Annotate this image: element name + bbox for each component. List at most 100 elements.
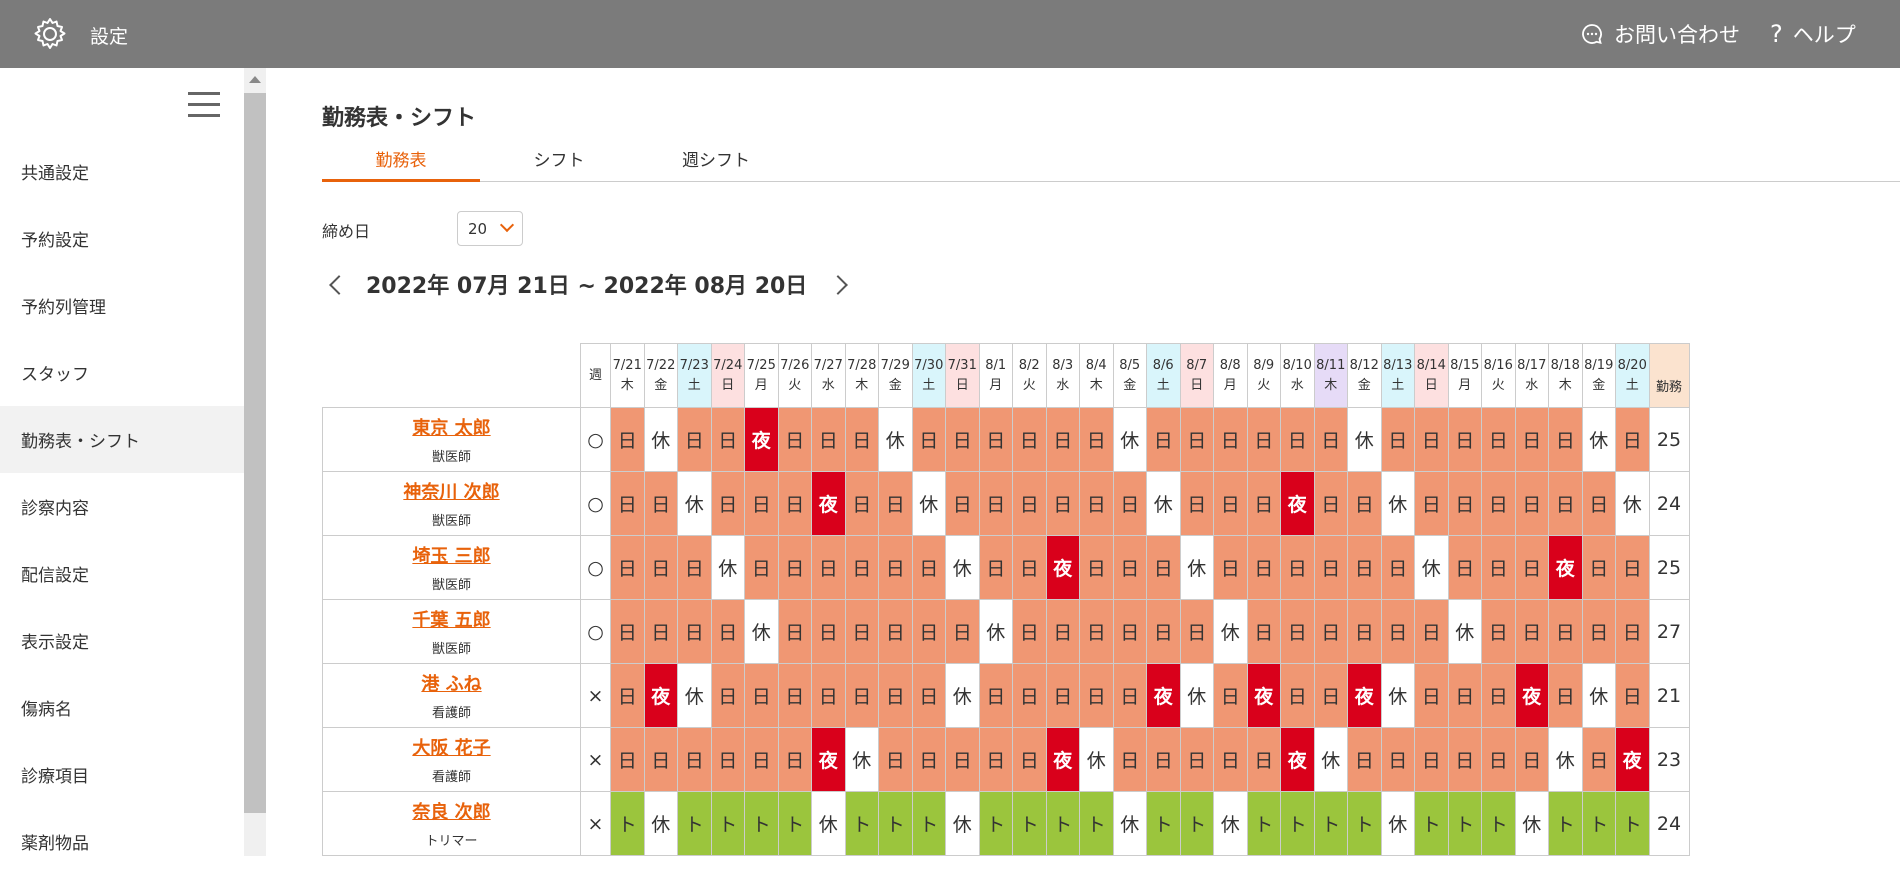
shift-cell[interactable]: 夜 xyxy=(1514,663,1549,728)
shift-cell[interactable]: ト xyxy=(1079,791,1114,856)
shift-cell[interactable]: 日 xyxy=(1347,599,1382,664)
shift-cell[interactable]: 日 xyxy=(677,535,712,600)
shift-cell[interactable]: 日 xyxy=(978,663,1013,728)
staff-name-link[interactable]: 港 ふね xyxy=(323,670,580,696)
shift-cell[interactable]: 休 xyxy=(878,407,913,472)
shift-cell[interactable]: 夜 xyxy=(1045,727,1080,792)
shift-cell[interactable]: 日 xyxy=(1414,599,1449,664)
staff-name-link[interactable]: 神奈川 次郎 xyxy=(323,478,580,504)
shift-cell[interactable]: 日 xyxy=(911,599,946,664)
shift-cell[interactable]: 日 xyxy=(945,471,980,536)
shift-cell[interactable]: ト xyxy=(878,791,913,856)
shift-cell[interactable]: 日 xyxy=(1213,407,1248,472)
shift-cell[interactable]: 日 xyxy=(1012,599,1047,664)
shift-cell[interactable]: 日 xyxy=(1581,727,1616,792)
shift-cell[interactable]: 日 xyxy=(1380,407,1415,472)
shift-cell[interactable]: ト xyxy=(1246,791,1281,856)
shift-cell[interactable]: 夜 xyxy=(1146,663,1181,728)
shift-cell[interactable]: ト xyxy=(1146,791,1181,856)
shift-cell[interactable]: 休 xyxy=(1179,663,1214,728)
shift-cell[interactable]: 日 xyxy=(1313,663,1348,728)
shift-cell[interactable]: 日 xyxy=(1414,407,1449,472)
shift-cell[interactable]: 日 xyxy=(911,535,946,600)
shift-cell[interactable]: 日 xyxy=(1179,599,1214,664)
shift-cell[interactable]: 日 xyxy=(945,599,980,664)
shift-cell[interactable]: 日 xyxy=(1179,471,1214,536)
shift-cell[interactable]: 夜 xyxy=(1548,535,1583,600)
sidebar-item[interactable]: 予約列管理 xyxy=(0,272,244,339)
shift-cell[interactable]: 夜 xyxy=(811,727,846,792)
shift-cell[interactable]: ト xyxy=(710,791,745,856)
shift-cell[interactable]: 日 xyxy=(1213,471,1248,536)
shift-cell[interactable]: 日 xyxy=(1615,535,1650,600)
shift-cell[interactable]: 日 xyxy=(643,727,678,792)
shift-cell[interactable]: 日 xyxy=(1012,471,1047,536)
shift-cell[interactable]: 日 xyxy=(1045,407,1080,472)
shift-cell[interactable]: 休 xyxy=(1380,471,1415,536)
shift-cell[interactable]: 日 xyxy=(1112,535,1147,600)
shift-cell[interactable]: 日 xyxy=(1481,471,1516,536)
shift-cell[interactable]: 日 xyxy=(1045,599,1080,664)
shift-cell[interactable]: 日 xyxy=(677,599,712,664)
shift-cell[interactable]: 日 xyxy=(1347,471,1382,536)
shift-cell[interactable]: 日 xyxy=(1079,535,1114,600)
shift-cell[interactable]: ト xyxy=(1280,791,1315,856)
sidebar-item[interactable]: 傷病名 xyxy=(0,674,244,741)
shift-cell[interactable]: 日 xyxy=(1280,663,1315,728)
shift-cell[interactable]: 夜 xyxy=(744,407,779,472)
staff-name-link[interactable]: 東京 太郎 xyxy=(323,414,580,440)
tab-shift[interactable]: シフト xyxy=(480,148,638,182)
shift-cell[interactable]: 休 xyxy=(744,599,779,664)
shift-cell[interactable]: 日 xyxy=(1581,599,1616,664)
shift-cell[interactable]: 日 xyxy=(1447,663,1482,728)
contact-link[interactable]: お問い合わせ xyxy=(1580,19,1740,49)
shift-cell[interactable]: 休 xyxy=(1581,663,1616,728)
shift-cell[interactable]: 日 xyxy=(1514,535,1549,600)
shift-cell[interactable]: 日 xyxy=(1481,663,1516,728)
shift-cell[interactable]: ト xyxy=(1615,791,1650,856)
shift-cell[interactable]: 夜 xyxy=(643,663,678,728)
shift-cell[interactable]: 日 xyxy=(1112,599,1147,664)
shift-cell[interactable]: 日 xyxy=(777,471,812,536)
shift-cell[interactable]: 日 xyxy=(1414,471,1449,536)
shift-cell[interactable]: 日 xyxy=(1179,727,1214,792)
shift-cell[interactable]: 日 xyxy=(1347,535,1382,600)
shift-cell[interactable]: 休 xyxy=(945,663,980,728)
shift-cell[interactable]: 休 xyxy=(677,663,712,728)
shift-cell[interactable]: 日 xyxy=(844,599,879,664)
shift-cell[interactable]: 休 xyxy=(1548,727,1583,792)
scrollbar-thumb[interactable] xyxy=(244,93,266,813)
shift-cell[interactable]: 夜 xyxy=(1615,727,1650,792)
shift-cell[interactable]: 日 xyxy=(1380,599,1415,664)
shift-cell[interactable]: 日 xyxy=(777,599,812,664)
shift-cell[interactable]: 日 xyxy=(677,407,712,472)
sidebar-item[interactable]: 診察内容 xyxy=(0,473,244,540)
shift-cell[interactable]: 日 xyxy=(610,599,645,664)
shift-cell[interactable]: 夜 xyxy=(1280,727,1315,792)
shift-cell[interactable]: 日 xyxy=(1146,599,1181,664)
shift-cell[interactable]: 日 xyxy=(844,407,879,472)
shift-cell[interactable]: 休 xyxy=(945,791,980,856)
shift-cell[interactable]: 休 xyxy=(844,727,879,792)
shift-cell[interactable]: 日 xyxy=(1447,407,1482,472)
shift-cell[interactable]: 日 xyxy=(1246,727,1281,792)
shift-cell[interactable]: 日 xyxy=(1615,599,1650,664)
shift-cell[interactable]: ト xyxy=(744,791,779,856)
shift-cell[interactable]: 日 xyxy=(1213,727,1248,792)
shift-cell[interactable]: 夜 xyxy=(1280,471,1315,536)
shift-cell[interactable]: 日 xyxy=(1179,407,1214,472)
shift-cell[interactable]: 日 xyxy=(710,471,745,536)
shift-cell[interactable]: 日 xyxy=(1146,407,1181,472)
shift-cell[interactable]: 日 xyxy=(777,663,812,728)
shift-cell[interactable]: 日 xyxy=(1079,663,1114,728)
shift-cell[interactable]: 日 xyxy=(1581,535,1616,600)
shift-cell[interactable]: ト xyxy=(1548,791,1583,856)
shift-cell[interactable]: 休 xyxy=(1112,407,1147,472)
shift-cell[interactable]: 休 xyxy=(1447,599,1482,664)
shift-cell[interactable]: 日 xyxy=(1012,535,1047,600)
shift-cell[interactable]: 日 xyxy=(643,471,678,536)
shift-cell[interactable]: 日 xyxy=(643,535,678,600)
shift-cell[interactable]: 日 xyxy=(1079,407,1114,472)
sidebar-item[interactable]: 勤務表・シフト xyxy=(0,406,244,473)
shift-cell[interactable]: 日 xyxy=(1045,471,1080,536)
